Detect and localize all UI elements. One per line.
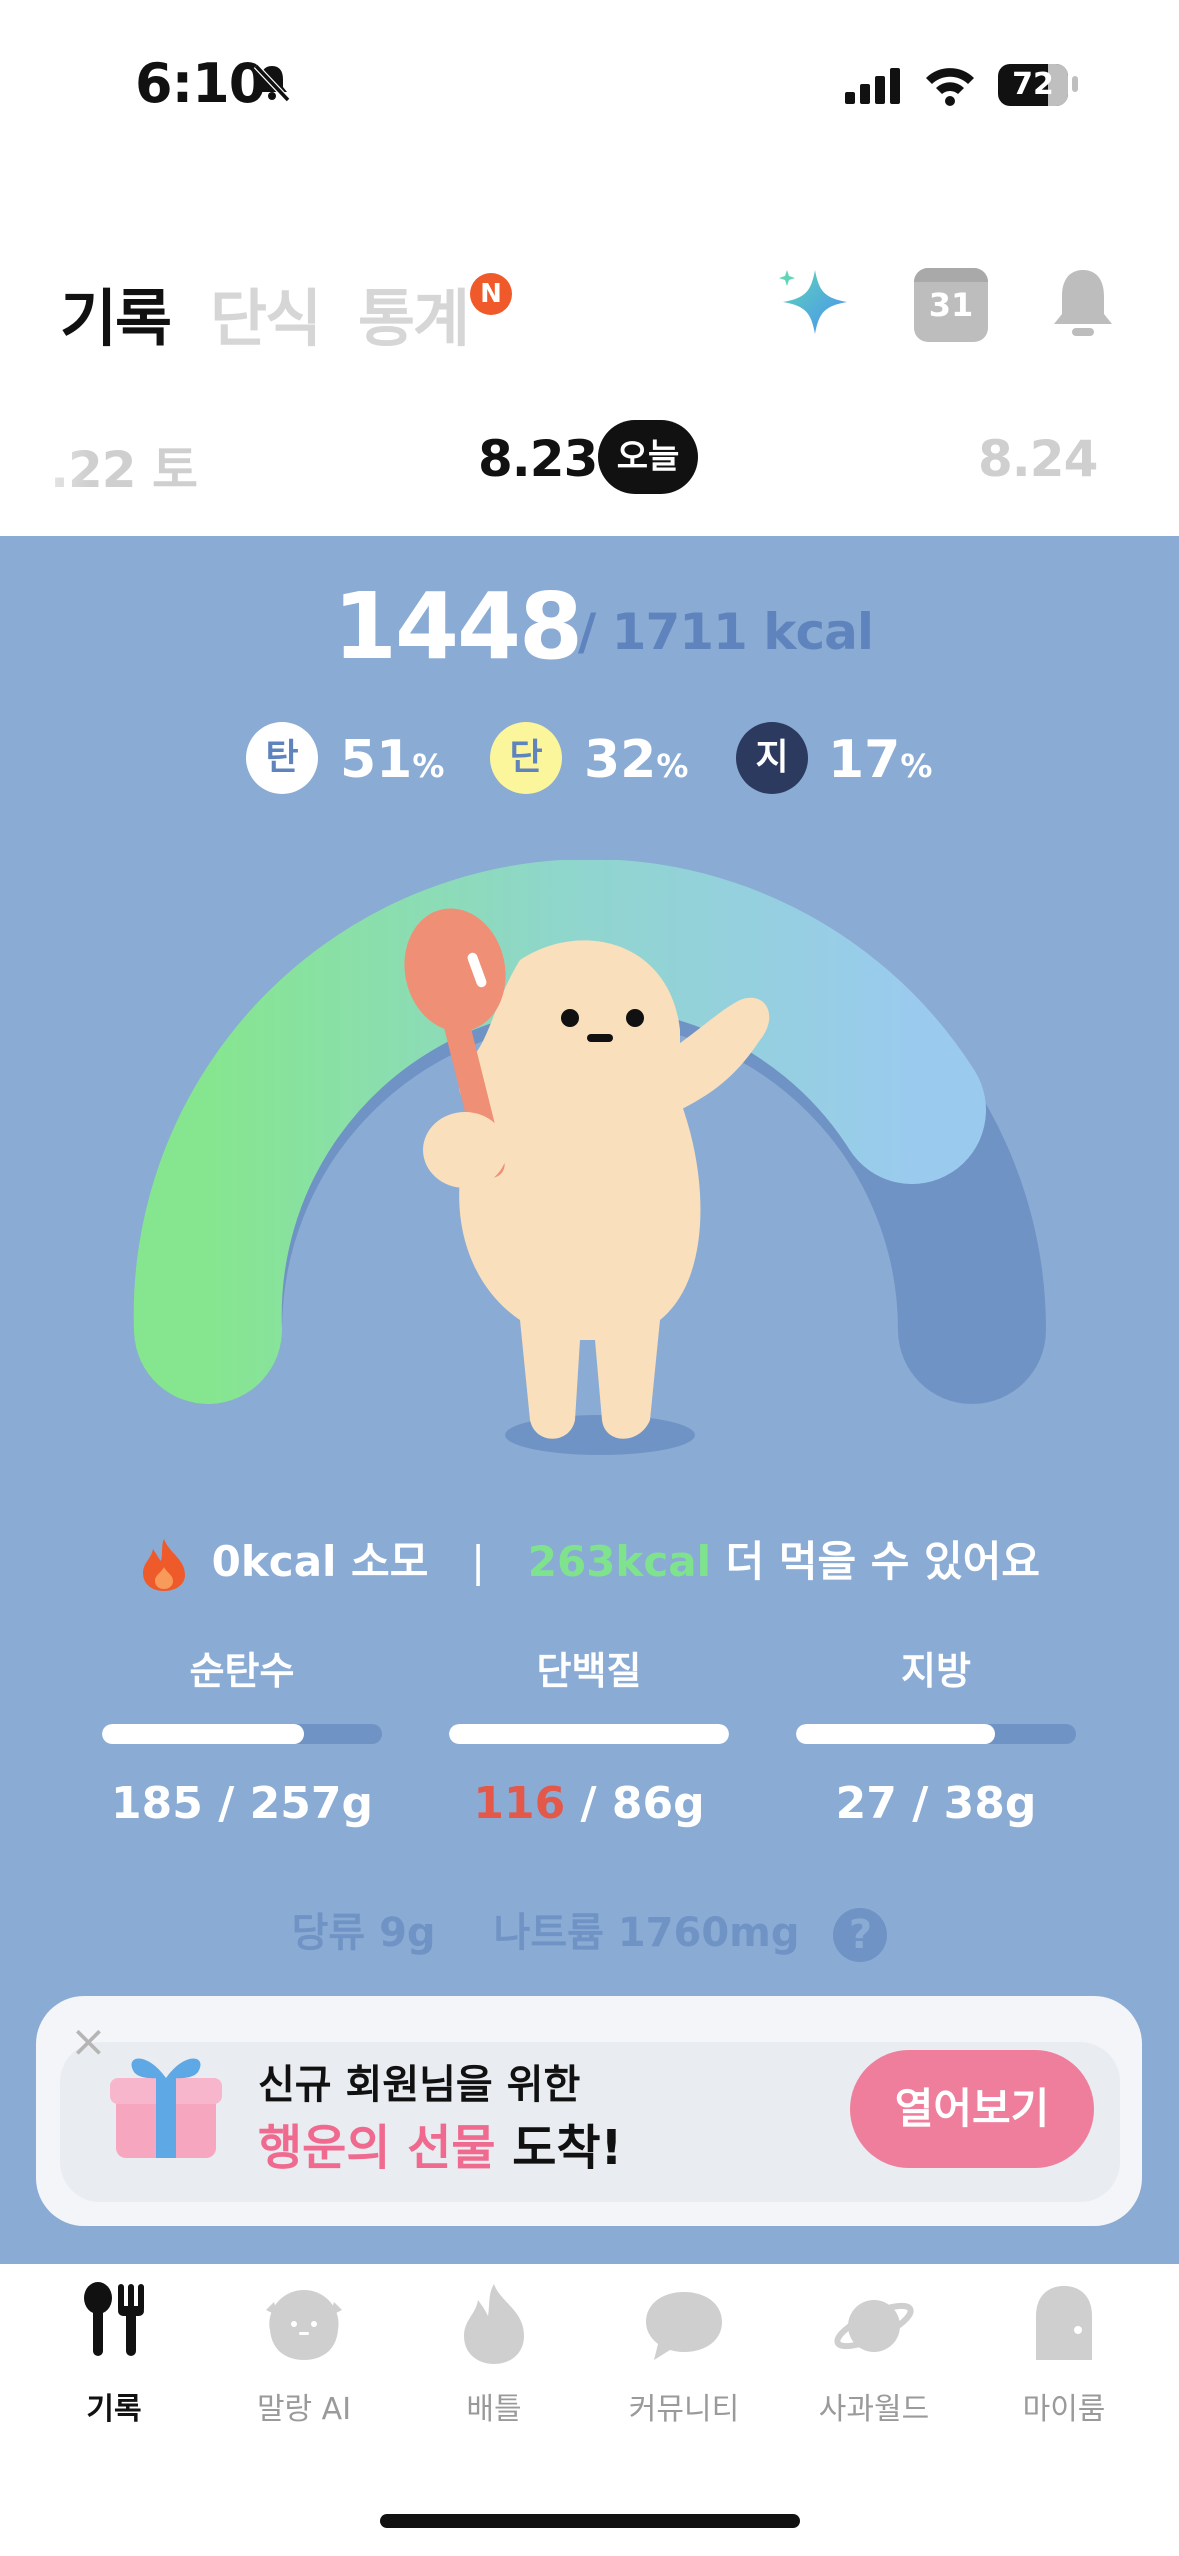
nutrient-bar-fill-carb bbox=[102, 1724, 304, 1744]
nutrient-bar-carb bbox=[102, 1724, 382, 1744]
planet-icon bbox=[834, 2300, 914, 2352]
nutrient-value-carb: 185 / 257g bbox=[111, 1778, 373, 1829]
battery-icon: 72 bbox=[998, 64, 1068, 106]
mascot-illustration bbox=[404, 908, 770, 1455]
fat-percent: 17% bbox=[828, 730, 933, 790]
burned-kcal: 0kcal 소모 bbox=[211, 1537, 429, 1586]
nutrient-bar-protein bbox=[449, 1724, 729, 1744]
status-time: 6:10 bbox=[135, 52, 266, 115]
chat-bubble-icon bbox=[646, 2292, 722, 2360]
promo-title: 신규 회원님을 위한 bbox=[258, 2062, 581, 2108]
calorie-burn-row: 0kcal 소모 | 263kcal 더 먹을 수 있어요 bbox=[0, 1528, 1179, 1593]
flame-icon bbox=[464, 2284, 524, 2364]
nav-label-apple-world: 사과월드 bbox=[818, 2392, 930, 2427]
nav-label-community: 커뮤니티 bbox=[628, 2392, 740, 2427]
carb-percent: 51% bbox=[340, 730, 445, 790]
tab-stats[interactable]: 통계 bbox=[358, 268, 470, 358]
nav-label-record: 기록 bbox=[86, 2392, 142, 2427]
kcal-goal: / 1711 kcal bbox=[578, 603, 874, 661]
fire-icon bbox=[143, 1538, 186, 1591]
close-icon[interactable]: × bbox=[70, 2020, 107, 2064]
burn-separator: | bbox=[470, 1537, 486, 1586]
gift-icon bbox=[110, 2058, 222, 2158]
new-badge: N bbox=[470, 273, 512, 315]
tab-fasting[interactable]: 단식 bbox=[210, 268, 322, 358]
date-current: 8.23 bbox=[478, 430, 598, 488]
help-icon[interactable]: ? bbox=[833, 1908, 888, 1962]
calendar-icon[interactable]: 31 bbox=[914, 268, 988, 342]
protein-circle: 단 bbox=[490, 722, 562, 794]
nutrient-bar-fill-fat bbox=[796, 1724, 995, 1744]
calendar-day: 31 bbox=[928, 286, 974, 324]
protein-percent: 32% bbox=[584, 730, 689, 790]
door-icon bbox=[1036, 2286, 1092, 2360]
fat-circle: 지 bbox=[736, 722, 808, 794]
tab-record[interactable]: 기록 bbox=[60, 268, 172, 358]
nutrient-label-protein: 단백질 bbox=[536, 1649, 642, 1693]
battery-cap bbox=[1072, 76, 1078, 92]
mallang-ai-icon bbox=[266, 2290, 342, 2360]
status-bar: 6:10 72 bbox=[0, 0, 1179, 170]
nutrient-bar-fat bbox=[796, 1724, 1076, 1744]
bell-icon[interactable] bbox=[1050, 266, 1116, 344]
sugar-value: 당류 9g bbox=[291, 1910, 436, 1956]
date-next[interactable]: 8.24 bbox=[978, 430, 1098, 488]
sparkle-icon[interactable] bbox=[775, 262, 855, 342]
nutrient-label-carb: 순탄수 bbox=[189, 1649, 295, 1693]
battery-level: 72 bbox=[1012, 67, 1054, 102]
kcal-eaten: 1448 bbox=[333, 573, 583, 680]
fork-spoon-icon bbox=[84, 2282, 144, 2356]
promo-subtitle: 행운의 선물 도착! bbox=[258, 2120, 623, 2176]
sodium-value: 나트륨 1760mg bbox=[493, 1910, 800, 1956]
nutrient-value-protein: 116 / 86g bbox=[473, 1778, 705, 1829]
sub-nutrients-row: 당류 9g 나트륨 1760mg ? bbox=[0, 1900, 1179, 1962]
today-pill: 오늘 bbox=[598, 420, 698, 494]
wifi-icon bbox=[926, 68, 974, 106]
open-gift-button[interactable]: 열어보기 bbox=[850, 2050, 1094, 2168]
nav-label-battle: 배틀 bbox=[466, 2392, 522, 2427]
nutrient-value-fat: 27 / 38g bbox=[835, 1778, 1037, 1829]
home-indicator[interactable] bbox=[380, 2514, 800, 2528]
nutrient-label-fat: 지방 bbox=[901, 1649, 971, 1693]
nav-label-ai: 말랑 AI bbox=[256, 2392, 352, 2427]
remaining-kcal: 263kcal bbox=[527, 1537, 711, 1586]
silent-bell-icon bbox=[253, 63, 291, 102]
carb-circle: 탄 bbox=[246, 722, 318, 794]
signal-icon bbox=[845, 68, 900, 104]
remaining-text: 더 먹을 수 있어요 bbox=[725, 1537, 1040, 1586]
nutrient-bar-fill-protein bbox=[449, 1724, 729, 1744]
nav-label-my-room: 마이룸 bbox=[1022, 2392, 1106, 2427]
fade-right bbox=[1089, 410, 1179, 500]
fade-left bbox=[0, 410, 90, 500]
